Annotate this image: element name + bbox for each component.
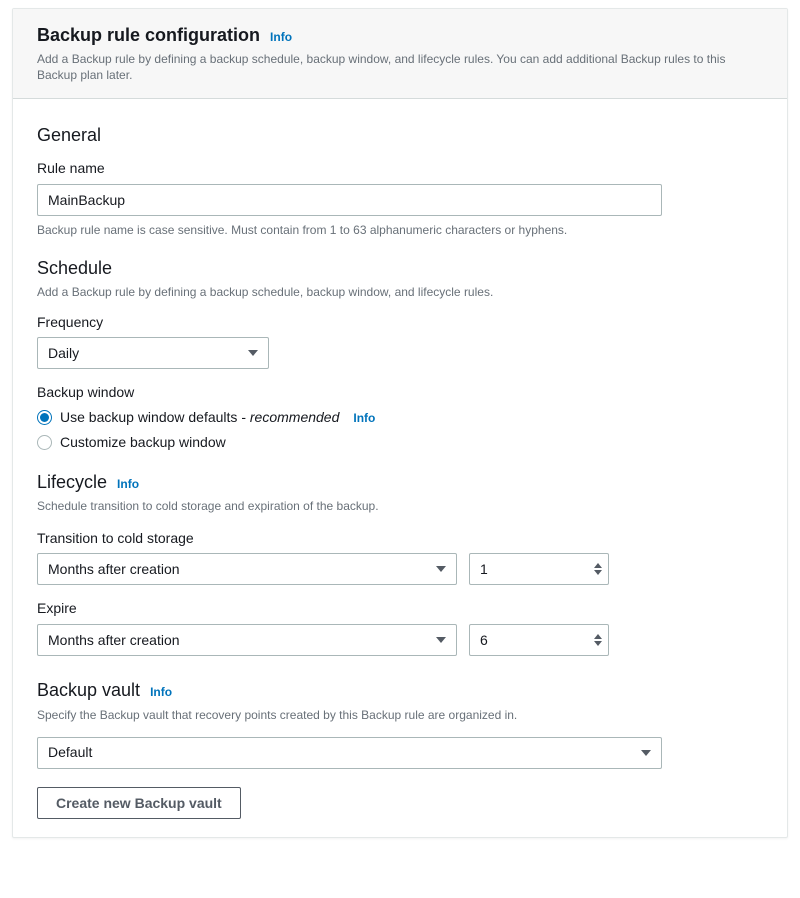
radio-icon: [37, 435, 52, 450]
backup-window-info-link[interactable]: Info: [353, 410, 375, 426]
general-heading: General: [37, 123, 763, 147]
option-defaults-label: Use backup window defaults - recommended: [60, 408, 339, 427]
expire-unit-select[interactable]: Months after creation: [37, 624, 457, 656]
cold-storage-unit-value: Months after creation: [48, 560, 180, 579]
frequency-label: Frequency: [37, 313, 763, 332]
cold-storage-label: Transition to cold storage: [37, 529, 763, 548]
create-vault-button[interactable]: Create new Backup vault: [37, 787, 241, 819]
chevron-down-icon: [594, 570, 602, 575]
frequency-value: Daily: [48, 344, 79, 363]
backup-rule-config-panel: Backup rule configuration Info Add a Bac…: [12, 8, 788, 838]
backup-window-label: Backup window: [37, 383, 763, 402]
backup-window-option-defaults[interactable]: Use backup window defaults - recommended…: [37, 408, 763, 427]
panel-info-link[interactable]: Info: [270, 29, 292, 45]
cold-storage-value: 1: [480, 560, 594, 579]
rule-name-label: Rule name: [37, 159, 763, 178]
cold-storage-unit-select[interactable]: Months after creation: [37, 553, 457, 585]
rule-name-help: Backup rule name is case sensitive. Must…: [37, 222, 763, 238]
frequency-select[interactable]: Daily: [37, 337, 269, 369]
vault-selected-value: Default: [48, 743, 92, 762]
expire-unit-value: Months after creation: [48, 631, 180, 650]
chevron-down-icon: [436, 637, 446, 643]
vault-desc: Specify the Backup vault that recovery p…: [37, 707, 763, 723]
backup-window-radio-group: Use backup window defaults - recommended…: [37, 408, 763, 452]
chevron-down-icon: [436, 566, 446, 572]
panel-description: Add a Backup rule by defining a backup s…: [37, 51, 763, 83]
lifecycle-heading: Lifecycle: [37, 470, 107, 494]
rule-name-input[interactable]: [37, 184, 662, 216]
chevron-up-icon: [594, 563, 602, 568]
number-stepper[interactable]: [594, 563, 602, 575]
lifecycle-desc: Schedule transition to cold storage and …: [37, 498, 763, 514]
chevron-down-icon: [248, 350, 258, 356]
vault-select[interactable]: Default: [37, 737, 662, 769]
vault-heading: Backup vault: [37, 678, 140, 702]
radio-icon: [37, 410, 52, 425]
expire-value: 6: [480, 631, 594, 650]
schedule-heading: Schedule: [37, 256, 763, 280]
panel-header: Backup rule configuration Info Add a Bac…: [13, 9, 787, 99]
cold-storage-value-input[interactable]: 1: [469, 553, 609, 585]
section-schedule: Schedule Add a Backup rule by defining a…: [37, 256, 763, 452]
panel-title: Backup rule configuration: [37, 23, 260, 47]
expire-value-input[interactable]: 6: [469, 624, 609, 656]
lifecycle-info-link[interactable]: Info: [117, 476, 139, 492]
chevron-down-icon: [641, 750, 651, 756]
chevron-up-icon: [594, 634, 602, 639]
expire-label: Expire: [37, 599, 763, 618]
schedule-desc: Add a Backup rule by defining a backup s…: [37, 284, 763, 300]
option-custom-label: Customize backup window: [60, 433, 226, 452]
vault-info-link[interactable]: Info: [150, 684, 172, 700]
section-lifecycle: Lifecycle Info Schedule transition to co…: [37, 470, 763, 656]
number-stepper[interactable]: [594, 634, 602, 646]
section-general: General Rule name Backup rule name is ca…: [37, 123, 763, 238]
chevron-down-icon: [594, 641, 602, 646]
section-backup-vault: Backup vault Info Specify the Backup vau…: [37, 678, 763, 818]
backup-window-option-custom[interactable]: Customize backup window: [37, 433, 763, 452]
